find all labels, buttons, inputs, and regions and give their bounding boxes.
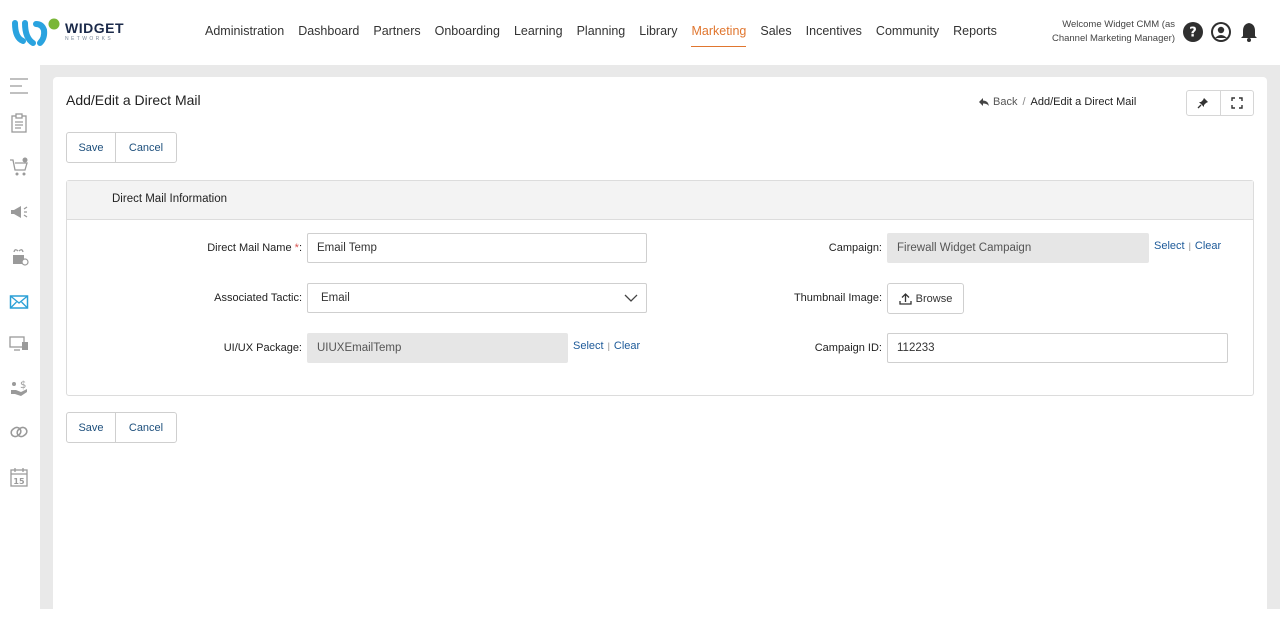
- gift-icon[interactable]: [9, 247, 29, 267]
- main-nav: Administration Dashboard Partners Onboar…: [198, 0, 1004, 65]
- sidebar: $ 15: [0, 65, 40, 609]
- upload-icon: [899, 293, 912, 305]
- nav-incentives[interactable]: Incentives: [799, 0, 869, 50]
- top-bar: WIDGET NETWORKS Administration Dashboard…: [0, 0, 1280, 65]
- breadcrumb-back-label: Back: [993, 96, 1018, 108]
- brand-tagline: NETWORKS: [65, 36, 114, 42]
- cancel-button-bottom[interactable]: Cancel: [115, 413, 176, 442]
- panel-title: Direct Mail Information: [112, 193, 228, 205]
- clipboard-icon[interactable]: [9, 113, 29, 133]
- chevron-down-icon: [624, 294, 638, 302]
- megaphone-icon[interactable]: [9, 202, 29, 222]
- nav-marketing[interactable]: Marketing: [684, 0, 753, 50]
- uiux-package-input: UIUXEmailTemp: [307, 333, 568, 363]
- brand-logo[interactable]: WIDGET NETWORKS: [12, 16, 127, 48]
- welcome-text: Welcome Widget CMM (as Channel Marketing…: [1051, 19, 1175, 44]
- menu-icon[interactable]: [9, 76, 29, 96]
- cancel-button-top[interactable]: Cancel: [115, 133, 176, 162]
- calendar-day: 15: [13, 477, 25, 486]
- uiux-package-clear-link[interactable]: Clear: [614, 340, 640, 352]
- uiux-package-select-link[interactable]: Select: [573, 340, 604, 352]
- page-tools: [1186, 90, 1254, 116]
- campaign-actions: Select | Clear: [1154, 240, 1221, 252]
- save-button-top[interactable]: Save: [67, 133, 115, 162]
- campaign-input: Firewall Widget Campaign: [887, 233, 1149, 263]
- page-title: Add/Edit a Direct Mail: [66, 92, 201, 108]
- campaign-id-label: Campaign ID:: [814, 342, 882, 354]
- pin-icon: [1197, 98, 1209, 109]
- direct-mail-name-colon: :: [298, 242, 302, 254]
- cart-icon[interactable]: [9, 157, 29, 177]
- bell-icon[interactable]: [1238, 21, 1260, 43]
- nav-administration[interactable]: Administration: [198, 0, 291, 50]
- link-divider: |: [607, 341, 610, 351]
- logo-mark-icon: [12, 18, 60, 46]
- mail-icon[interactable]: [9, 292, 29, 312]
- campaign-id-input[interactable]: 112233: [887, 333, 1228, 363]
- uiux-package-label: UI/UX Package:: [223, 342, 302, 354]
- back-arrow-icon: [979, 98, 989, 106]
- associated-tactic-select[interactable]: Email: [307, 283, 647, 313]
- expand-icon: [1231, 97, 1243, 109]
- svg-text:?: ?: [1189, 26, 1197, 41]
- top-action-buttons: Save Cancel: [66, 132, 177, 163]
- user-icon[interactable]: [1210, 21, 1232, 43]
- svg-text:$: $: [20, 380, 26, 391]
- uiux-package-actions: Select | Clear: [573, 340, 640, 352]
- direct-mail-name-label: Direct Mail Name *:: [150, 242, 302, 254]
- associated-tactic-value: Email: [321, 292, 350, 304]
- brand-name: WIDGET: [65, 20, 124, 36]
- browse-button[interactable]: Browse: [887, 283, 964, 314]
- nav-reports[interactable]: Reports: [946, 0, 1004, 50]
- bottom-action-buttons: Save Cancel: [66, 412, 177, 443]
- campaign-label: Campaign:: [828, 242, 882, 254]
- associated-tactic-label: Associated Tactic:: [214, 292, 302, 304]
- breadcrumb-current: Add/Edit a Direct Mail: [1030, 96, 1137, 108]
- nav-library[interactable]: Library: [632, 0, 684, 50]
- thumbnail-image-label: Thumbnail Image:: [793, 292, 882, 304]
- link-divider: |: [1188, 241, 1191, 251]
- breadcrumb-back[interactable]: Back: [978, 96, 1017, 108]
- nav-dashboard[interactable]: Dashboard: [291, 0, 366, 50]
- nav-onboarding[interactable]: Onboarding: [428, 0, 507, 50]
- devices-icon[interactable]: [9, 333, 29, 353]
- hand-dollar-icon[interactable]: $: [9, 378, 29, 398]
- help-icon[interactable]: ?: [1182, 21, 1204, 43]
- campaign-clear-link[interactable]: Clear: [1195, 240, 1221, 252]
- direct-mail-name-label-text: Direct Mail Name: [207, 242, 292, 254]
- nav-learning[interactable]: Learning: [507, 0, 570, 50]
- nav-sales[interactable]: Sales: [753, 0, 798, 50]
- panel-header[interactable]: Direct Mail Information: [67, 181, 1253, 220]
- direct-mail-name-input[interactable]: Email Temp: [307, 233, 647, 263]
- campaign-select-link[interactable]: Select: [1154, 240, 1185, 252]
- breadcrumb: Back / Add/Edit a Direct Mail: [978, 96, 1136, 108]
- nav-planning[interactable]: Planning: [570, 0, 633, 50]
- calendar-icon[interactable]: 15: [9, 467, 29, 487]
- direct-mail-info-panel: Direct Mail Information: [66, 180, 1254, 396]
- link-icon[interactable]: [9, 422, 29, 442]
- fullscreen-button[interactable]: [1219, 91, 1254, 115]
- breadcrumb-separator: /: [1022, 96, 1026, 108]
- browse-label: Browse: [915, 292, 953, 305]
- nav-partners[interactable]: Partners: [366, 0, 427, 50]
- nav-community[interactable]: Community: [869, 0, 946, 50]
- pin-button[interactable]: [1187, 91, 1220, 115]
- save-button-bottom[interactable]: Save: [67, 413, 115, 442]
